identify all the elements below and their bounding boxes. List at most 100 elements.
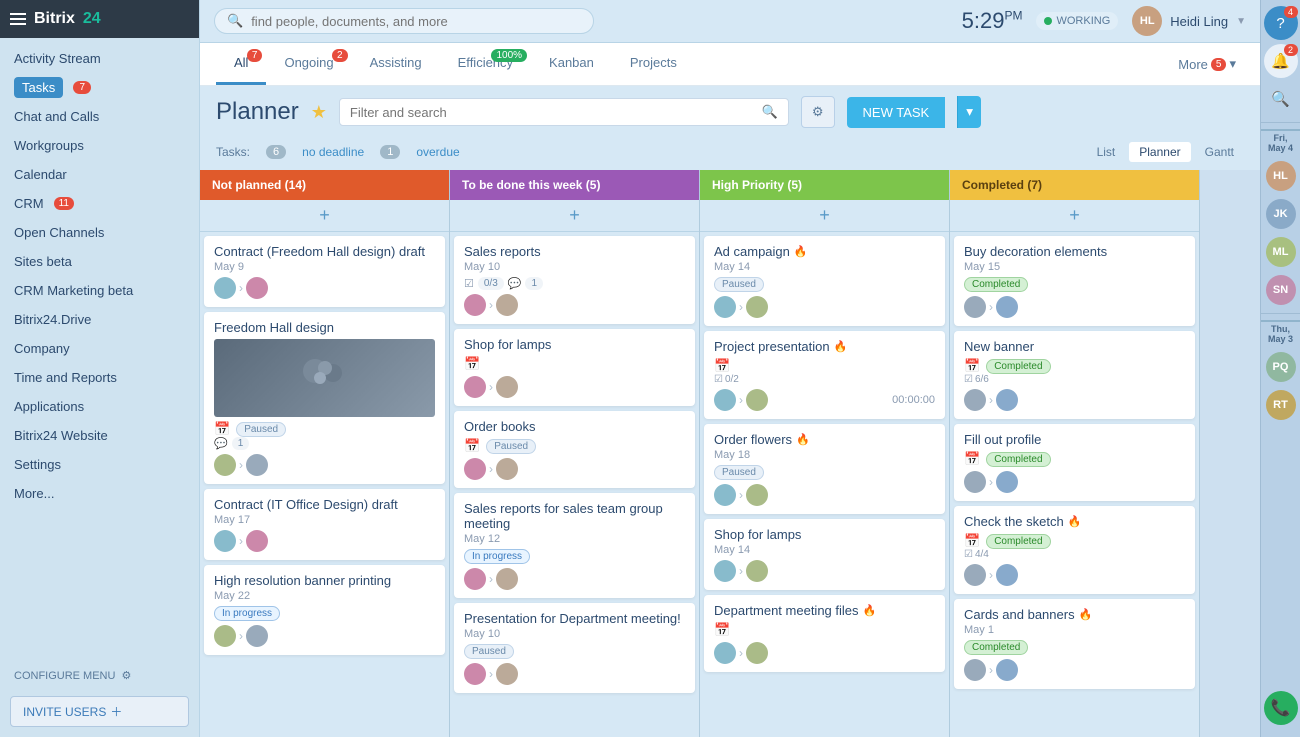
avatar <box>214 625 236 647</box>
sidebar-item-activity[interactable]: Activity Stream <box>0 44 199 73</box>
sidebar-item-calendar[interactable]: Calendar <box>0 160 199 189</box>
user-avatar-3[interactable]: ML <box>1264 235 1298 269</box>
configure-menu[interactable]: CONFIGURE MENU ⚙ <box>0 659 199 692</box>
overdue-link[interactable]: overdue <box>416 145 459 159</box>
card-fill-profile[interactable]: Fill out profile 📅 Completed › <box>954 424 1195 501</box>
user-avatar-1[interactable]: HL <box>1264 159 1298 193</box>
sidebar-item-website[interactable]: Bitrix24 Website <box>0 421 199 450</box>
phone-button[interactable]: 📞 <box>1264 691 1298 731</box>
avatar <box>996 471 1018 493</box>
avatar <box>964 564 986 586</box>
card-presentation-dept[interactable]: Presentation for Department meeting! May… <box>454 603 695 693</box>
star-icon[interactable]: ★ <box>311 102 327 123</box>
card-check-sketch[interactable]: Check the sketch 🔥 📅 Completed ☑ 4/4 › <box>954 506 1195 594</box>
sidebar-item-crm[interactable]: CRM 11 <box>0 189 199 218</box>
avatar <box>746 389 768 411</box>
card-new-banner[interactable]: New banner 📅 Completed ☑ 6/6 › <box>954 331 1195 419</box>
add-card-not-planned[interactable]: + <box>200 200 449 232</box>
sidebar-item-drive[interactable]: Bitrix24.Drive <box>0 305 199 334</box>
card-banner-printing[interactable]: High resolution banner printing May 22 I… <box>204 565 445 655</box>
column-not-planned: Not planned (14) + Contract (Freedom Hal… <box>200 170 450 737</box>
card-freedom-hall-design[interactable]: Freedom Hall design 📅 Paused <box>204 312 445 484</box>
add-card-completed[interactable]: + <box>950 200 1199 232</box>
fire-icon: 🔥 <box>794 245 808 258</box>
card-shop-lamps1[interactable]: Shop for lamps 📅 › <box>454 329 695 406</box>
tab-projects[interactable]: Projects <box>612 43 695 85</box>
settings-button[interactable]: ⚙ <box>801 96 835 128</box>
tab-efficiency[interactable]: Efficiency 100% <box>440 43 531 85</box>
invite-users-button[interactable]: INVITE USERS ＋ <box>10 696 189 727</box>
sidebar-item-sites[interactable]: Sites beta <box>0 247 199 276</box>
sidebar-item-workgroups[interactable]: Workgroups <box>0 131 199 160</box>
sidebar-header: Bitrix 24 <box>0 0 199 38</box>
sidebar-item-company[interactable]: Company <box>0 334 199 363</box>
sidebar-item-tasks[interactable]: Tasks 7 <box>0 73 199 102</box>
date-label-thu: Thu, May 3 <box>1261 320 1300 346</box>
sidebar-item-open-channels[interactable]: Open Channels <box>0 218 199 247</box>
no-deadline-link[interactable]: no deadline <box>302 145 364 159</box>
global-search-button[interactable]: 🔍 <box>1264 82 1298 116</box>
hamburger-menu[interactable] <box>10 13 26 25</box>
card-sales-reports-meeting[interactable]: Sales reports for sales team group meeti… <box>454 493 695 598</box>
gantt-view-button[interactable]: Gantt <box>1195 142 1244 162</box>
task-stats-bar: Tasks: 6 no deadline 1 overdue List Plan… <box>200 138 1260 170</box>
gear-icon: ⚙ <box>812 104 824 119</box>
filter-search-box[interactable]: 🔍 <box>339 98 789 126</box>
tab-efficiency-badge: 100% <box>491 49 527 62</box>
status-badge: In progress <box>214 606 280 621</box>
sidebar-item-crm-marketing[interactable]: CRM Marketing beta <box>0 276 199 305</box>
card-buy-decoration[interactable]: Buy decoration elements May 15 Completed… <box>954 236 1195 326</box>
notifications-button[interactable]: 🔔 2 <box>1264 44 1298 78</box>
help-button[interactable]: ? 4 <box>1264 6 1298 40</box>
tab-all-badge: 7 <box>247 49 263 62</box>
new-task-button[interactable]: NEW TASK <box>847 97 946 128</box>
timer-display: 00:00:00 <box>892 394 935 406</box>
card-cards-banners[interactable]: Cards and banners 🔥 May 1 Completed › <box>954 599 1195 689</box>
add-card-to-be-done[interactable]: + <box>450 200 699 232</box>
fire-icon: 🔥 <box>834 340 848 353</box>
search-icon: 🔍 <box>1271 90 1290 108</box>
user-info[interactable]: HL Heidi Ling ▼ <box>1132 6 1246 36</box>
user-avatar-5[interactable]: PQ <box>1264 350 1298 384</box>
comment-icon: 💬 <box>214 437 228 450</box>
sidebar-item-time-reports[interactable]: Time and Reports <box>0 363 199 392</box>
card-sales-reports[interactable]: Sales reports May 10 ☑ 0/3 💬 1 › <box>454 236 695 324</box>
user-avatar: HL <box>1132 6 1162 36</box>
sidebar-item-chat[interactable]: Chat and Calls <box>0 102 199 131</box>
card-dept-meeting-files[interactable]: Department meeting files 🔥 📅 › <box>704 595 945 672</box>
list-view-button[interactable]: List <box>1087 142 1126 162</box>
help-badge: 4 <box>1284 6 1298 18</box>
card-shop-lamps2[interactable]: Shop for lamps May 14 › <box>704 519 945 590</box>
overdue-badge: 1 <box>380 145 400 159</box>
sidebar-item-settings[interactable]: Settings <box>0 450 199 479</box>
logo-24: 24 <box>83 10 101 28</box>
card-ad-campaign[interactable]: Ad campaign 🔥 May 14 Paused › <box>704 236 945 326</box>
fire-icon: 🔥 <box>796 433 810 446</box>
card-contract-freedom[interactable]: Contract (Freedom Hall design) draft May… <box>204 236 445 307</box>
search-box[interactable]: 🔍 <box>214 8 594 34</box>
tab-assisting[interactable]: Assisting <box>352 43 440 85</box>
card-project-presentation[interactable]: Project presentation 🔥 📅 ☑ 0/2 › 00:00:0… <box>704 331 945 419</box>
card-order-flowers[interactable]: Order flowers 🔥 May 18 Paused › <box>704 424 945 514</box>
new-task-dropdown-button[interactable]: ▾ <box>957 96 981 128</box>
no-deadline-badge: 6 <box>266 145 286 159</box>
phone-icon: 📞 <box>1271 698 1291 718</box>
user-avatar-4[interactable]: SN <box>1264 273 1298 307</box>
avatar <box>246 277 268 299</box>
tab-ongoing[interactable]: Ongoing 2 <box>266 43 351 85</box>
add-card-high-priority[interactable]: + <box>700 200 949 232</box>
user-avatar-6[interactable]: RT <box>1264 388 1298 422</box>
card-order-books[interactable]: Order books 📅 Paused › <box>454 411 695 488</box>
user-avatar-2[interactable]: JK <box>1264 197 1298 231</box>
tab-more[interactable]: More 5 ▾ <box>1170 44 1244 84</box>
planner-view-button[interactable]: Planner <box>1129 142 1190 162</box>
card-contract-it[interactable]: Contract (IT Office Design) draft May 17… <box>204 489 445 560</box>
sidebar-item-more[interactable]: More... <box>0 479 199 508</box>
avatar <box>214 454 236 476</box>
sidebar-item-applications[interactable]: Applications <box>0 392 199 421</box>
tab-all[interactable]: All 7 <box>216 43 266 85</box>
filter-search-input[interactable] <box>350 105 754 120</box>
search-input[interactable] <box>251 14 581 29</box>
tab-kanban[interactable]: Kanban <box>531 43 612 85</box>
main-area: 🔍 5:29PM WORKING HL Heidi Ling ▼ All 7 O… <box>200 0 1260 737</box>
